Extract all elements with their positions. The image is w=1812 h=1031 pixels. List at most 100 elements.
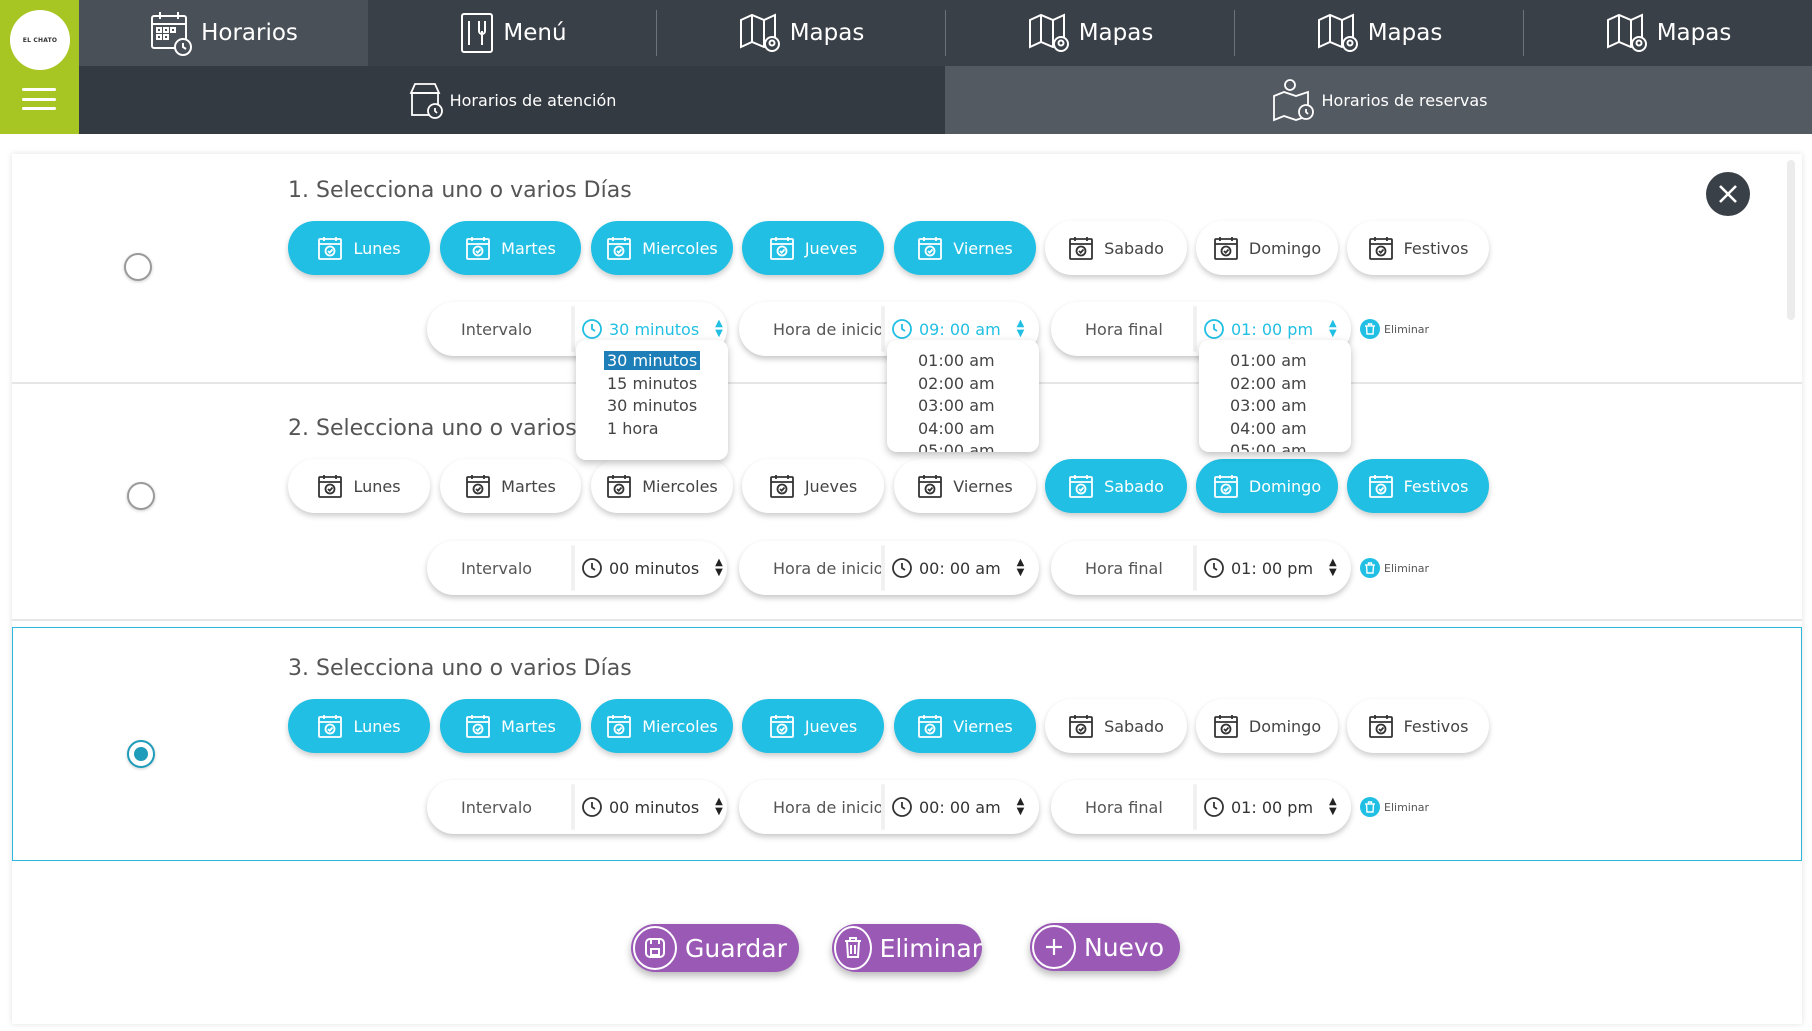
dropdown-option[interactable]: 02:00 am	[887, 373, 1039, 396]
nav-tab-mapas-3[interactable]: Mapas	[1235, 0, 1523, 66]
nav-tab-horarios[interactable]: Horarios	[79, 0, 368, 66]
select-block-3-radio[interactable]	[127, 740, 155, 768]
intervalo-select[interactable]: 00 minutos ▲ ▼	[581, 541, 723, 595]
dropdown-option[interactable]: 03:00 am	[1199, 395, 1351, 418]
stepper-arrows-icon[interactable]: ▲ ▼	[1329, 797, 1337, 817]
dropdown-option[interactable]: 01:00 am	[887, 350, 1039, 373]
close-button[interactable]	[1706, 172, 1750, 216]
calendar-check-icon	[1213, 237, 1238, 260]
intervalo-label: Intervalo	[461, 797, 533, 817]
stepper-arrows-icon[interactable]: ▲ ▼	[715, 797, 723, 817]
stepper-arrows-icon[interactable]: ▲ ▼	[1017, 797, 1025, 817]
eliminar-row-button[interactable]: Eliminar	[1360, 558, 1429, 578]
calendar-check-icon	[318, 237, 343, 260]
intervalo-value: 00 minutos	[609, 558, 700, 578]
day-toggle-domingo[interactable]: Domingo	[1196, 459, 1338, 513]
guardar-button[interactable]: Guardar	[631, 924, 799, 972]
stepper-arrows-icon[interactable]: ▲ ▼	[1329, 558, 1337, 578]
day-toggle-festivos[interactable]: Festivos	[1347, 459, 1489, 513]
dropdown-option[interactable]: 03:00 am	[887, 395, 1039, 418]
day-toggle-lunes[interactable]: Lunes	[288, 459, 430, 513]
dropdown-option[interactable]: 1 hora	[576, 418, 728, 441]
day-toggle-sabado[interactable]: Sabado	[1045, 221, 1187, 275]
hora-final-select[interactable]: 01: 00 pm ▲ ▼	[1203, 780, 1337, 834]
day-toggle-domingo[interactable]: Domingo	[1196, 221, 1338, 275]
dropdown-option[interactable]: 30 minutos	[576, 350, 728, 373]
clock-icon	[892, 797, 912, 817]
top-navigation-bar: EL CHATO Horarios Menú Mapas Mapas Mapas…	[0, 0, 1812, 134]
hora-final-select[interactable]: 01: 00 pm ▲ ▼	[1203, 541, 1337, 595]
stepper-arrows-icon[interactable]: ▲ ▼	[715, 319, 723, 339]
day-toggle-miercoles[interactable]: Miercoles	[591, 699, 733, 753]
dropdown-option[interactable]: 04:00 am	[887, 418, 1039, 441]
dropdown-option[interactable]: 05:00 am	[887, 440, 1039, 452]
select-block-1-radio[interactable]	[124, 253, 152, 281]
map-pin-icon	[1028, 13, 1069, 52]
day-label: Sabado	[1104, 716, 1164, 736]
hamburger-menu-icon[interactable]	[22, 88, 56, 110]
nav-tab-menu[interactable]: Menú	[368, 0, 656, 66]
eliminar-row-button[interactable]: Eliminar	[1360, 797, 1429, 817]
hora-final-label: Hora final	[1085, 319, 1163, 339]
day-toggle-jueves[interactable]: Jueves	[742, 699, 884, 753]
intervalo-dropdown[interactable]: 30 minutos 15 minutos 30 minutos 1 hora	[576, 340, 728, 460]
select-block-2-radio[interactable]	[127, 482, 155, 510]
trash-icon	[834, 926, 872, 970]
nav-tab-mapas-2[interactable]: Mapas	[946, 0, 1234, 66]
subtab-horarios-atencion[interactable]: Horarios de atención	[79, 66, 945, 134]
day-toggle-martes[interactable]: Martes	[440, 459, 581, 513]
hora-inicio-select[interactable]: 00: 00 am ▲ ▼	[891, 780, 1024, 834]
day-toggle-festivos[interactable]: Festivos	[1347, 699, 1489, 753]
dropdown-option[interactable]: 05:00 am	[1199, 440, 1351, 452]
nav-tab-mapas-1[interactable]: Mapas	[657, 0, 945, 66]
subtab-horarios-reservas[interactable]: Horarios de reservas	[945, 66, 1812, 134]
hora-inicio-value: 00: 00 am	[919, 797, 1001, 817]
dropdown-option[interactable]: 30 minutos	[576, 395, 728, 418]
dropdown-option[interactable]: 15 minutos	[576, 373, 728, 396]
day-toggle-viernes[interactable]: Viernes	[894, 221, 1036, 275]
day-toggle-viernes[interactable]: Viernes	[894, 699, 1036, 753]
hora-final-dropdown[interactable]: 01:00 am 02:00 am 03:00 am 04:00 am 05:0…	[1199, 340, 1351, 452]
day-toggle-jueves[interactable]: Jueves	[742, 221, 884, 275]
nav-tab-label: Mapas	[1078, 20, 1154, 46]
day-toggle-domingo[interactable]: Domingo	[1196, 699, 1338, 753]
hora-inicio-select[interactable]: 00: 00 am ▲ ▼	[891, 541, 1024, 595]
nav-tab-mapas-4[interactable]: Mapas	[1524, 0, 1812, 66]
dropdown-option[interactable]: 01:00 am	[1199, 350, 1351, 373]
day-toggle-lunes[interactable]: Lunes	[288, 699, 430, 753]
day-toggle-viernes[interactable]: Viernes	[894, 459, 1036, 513]
clock-icon	[582, 558, 602, 578]
day-toggle-sabado[interactable]: Sabado	[1045, 459, 1187, 513]
stepper-arrows-icon[interactable]: ▲ ▼	[1017, 558, 1025, 578]
stepper-arrows-icon[interactable]: ▲ ▼	[715, 558, 723, 578]
hora-inicio-value: 09: 00 am	[919, 319, 1001, 339]
calendar-check-icon	[466, 475, 491, 498]
dropdown-option[interactable]: 02:00 am	[1199, 373, 1351, 396]
nav-tab-label: Menú	[503, 20, 567, 46]
day-toggle-lunes[interactable]: Lunes	[288, 221, 430, 275]
clock-icon	[582, 319, 602, 339]
day-label: Lunes	[353, 476, 401, 496]
dropdown-option[interactable]: 04:00 am	[1199, 418, 1351, 441]
intervalo-select[interactable]: 00 minutos ▲ ▼	[581, 780, 723, 834]
day-toggle-martes[interactable]: Martes	[440, 221, 581, 275]
day-toggle-martes[interactable]: Martes	[440, 699, 581, 753]
calendar-check-icon	[1368, 715, 1393, 738]
day-toggle-miercoles[interactable]: Miercoles	[591, 221, 733, 275]
day-toggle-festivos[interactable]: Festivos	[1347, 221, 1489, 275]
nuevo-button[interactable]: Nuevo	[1030, 923, 1180, 971]
day-label: Miercoles	[642, 716, 718, 736]
hora-inicio-label: Hora de inicio	[773, 319, 884, 339]
day-label: Domingo	[1248, 716, 1322, 736]
eliminar-button[interactable]: Eliminar	[832, 924, 982, 972]
hora-inicio-dropdown[interactable]: 01:00 am 02:00 am 03:00 am 04:00 am 05:0…	[887, 340, 1039, 452]
intervalo-value: 00 minutos	[609, 797, 700, 817]
day-toggle-sabado[interactable]: Sabado	[1045, 699, 1187, 753]
eliminar-row-button[interactable]: Eliminar	[1360, 319, 1429, 339]
calendar-check-icon	[769, 715, 794, 738]
day-label: Martes	[501, 476, 556, 496]
day-toggle-jueves[interactable]: Jueves	[742, 459, 884, 513]
day-toggle-miercoles[interactable]: Miercoles	[591, 459, 733, 513]
stepper-arrows-icon[interactable]: ▲ ▼	[1329, 319, 1337, 339]
stepper-arrows-icon[interactable]: ▲ ▼	[1017, 319, 1025, 339]
